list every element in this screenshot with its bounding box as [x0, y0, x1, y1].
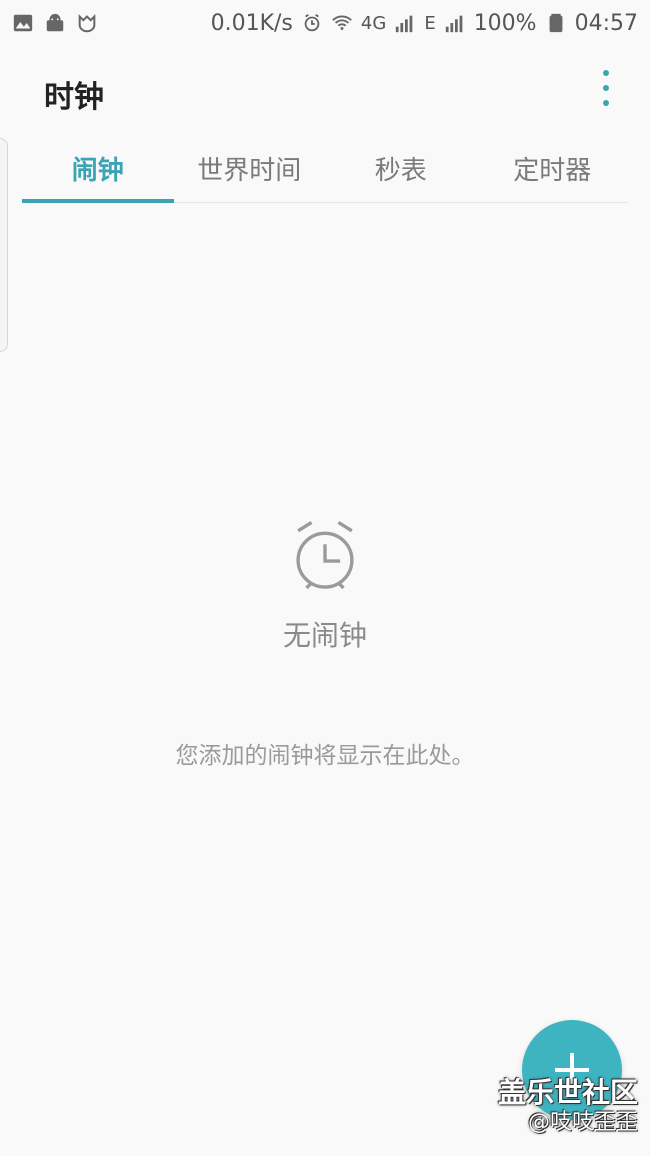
battery-level: 100% — [473, 10, 537, 36]
status-right: 0.01K/s 4G E 100% 04:57 — [211, 11, 638, 36]
empty-description: 您添加的闹钟将显示在此处。 — [175, 743, 475, 769]
android-icon — [46, 13, 64, 32]
tab-timer[interactable]: 定时器 — [477, 134, 629, 202]
signal-icon — [396, 15, 413, 33]
empty-title: 无闹钟 — [282, 619, 367, 652]
watermark: 盖乐世社区 @吱吱歪歪 — [498, 1076, 638, 1136]
signal-e-icon — [445, 15, 463, 33]
edge-panel-handle[interactable] — [0, 138, 8, 352]
signal-e-label: E — [424, 12, 436, 34]
status-bar: 0.01K/s 4G E 100% 04:57 — [0, 0, 650, 46]
tab-stopwatch[interactable]: 秒表 — [325, 134, 477, 202]
alarm-icon — [304, 13, 320, 32]
network-type: 4G — [360, 12, 387, 34]
alarm-clock-icon — [283, 514, 367, 602]
more-options-dot — [603, 85, 609, 91]
tab-world-clock[interactable]: 世界时间 — [174, 134, 326, 202]
tab-bar: 闹钟 世界时间 秒表 定时器 — [22, 134, 628, 203]
more-options-icon — [603, 70, 609, 76]
more-options-button[interactable] — [594, 70, 618, 106]
clock-time: 04:57 — [574, 10, 638, 36]
status-left-icons — [12, 12, 98, 34]
network-speed: 0.01K/s — [210, 10, 293, 36]
wifi-icon — [332, 15, 352, 30]
mi-icon — [78, 14, 96, 33]
app-header: 时钟 — [0, 46, 650, 130]
image-icon — [13, 14, 33, 32]
more-options-dot — [603, 100, 609, 106]
battery-icon — [549, 13, 563, 33]
watermark-title: 盖乐世社区 — [497, 1076, 638, 1110]
page-title: 时钟 — [44, 80, 104, 115]
watermark-user: @吱吱歪歪 — [527, 1109, 638, 1135]
empty-state: 无闹钟 — [0, 514, 650, 654]
tab-alarm[interactable]: 闹钟 — [22, 134, 174, 203]
